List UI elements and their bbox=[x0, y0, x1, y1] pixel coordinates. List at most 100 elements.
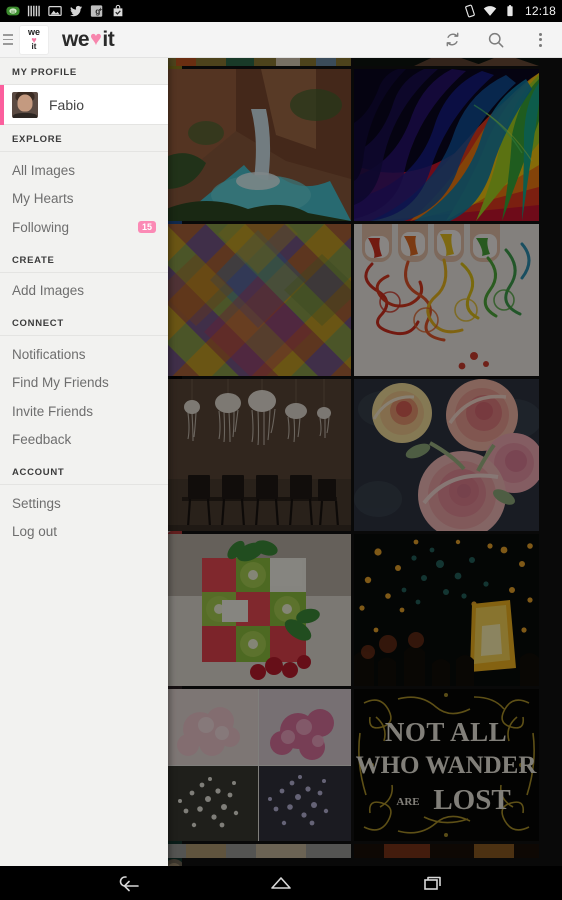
drawer-group-connect: Notifications Find My Friends Invite Fri… bbox=[0, 340, 168, 458]
sidebar-item-label: Add Images bbox=[12, 283, 85, 299]
sidebar-item-label: Log out bbox=[12, 524, 58, 540]
drawer-section-header-create: CREATE bbox=[0, 246, 168, 273]
grid-tile-jellyfish-lamps[interactable] bbox=[166, 379, 351, 531]
drawer-profile-row[interactable]: Fabio bbox=[0, 85, 168, 125]
svg-text:+: + bbox=[99, 6, 103, 13]
sidebar-item-label: Feedback bbox=[12, 432, 72, 448]
profile-name: Fabio bbox=[49, 96, 85, 113]
sidebar-item-log-out[interactable]: Log out bbox=[0, 518, 168, 547]
sidebar-item-label: Find My Friends bbox=[12, 375, 109, 391]
recents-icon bbox=[424, 876, 441, 890]
grid-tile-playground[interactable] bbox=[166, 58, 351, 66]
wifi-icon bbox=[483, 6, 497, 16]
sidebar-item-add-images[interactable]: Add Images bbox=[0, 277, 168, 306]
poster-line1: NOT ALL bbox=[385, 717, 507, 747]
back-icon bbox=[119, 876, 139, 892]
status-bar: 00 g + 12:18 bbox=[0, 0, 562, 22]
drawer-section-header-explore: EXPLORE bbox=[0, 125, 168, 152]
poster-line3: LOST bbox=[433, 784, 510, 816]
app-wordmark: we ♥ it bbox=[62, 27, 115, 52]
sidebar-item-notifications[interactable]: Notifications bbox=[0, 340, 168, 369]
sidebar-item-all-images[interactable]: All Images bbox=[0, 156, 168, 185]
sidebar-item-label: Invite Friends bbox=[12, 403, 94, 419]
grid-tile-canyon-waterfall[interactable] bbox=[166, 69, 351, 221]
hamburger-icon[interactable] bbox=[0, 22, 18, 58]
sidebar-item-feedback[interactable]: Feedback bbox=[0, 426, 168, 455]
grid-tile-dark-canyon[interactable] bbox=[354, 58, 539, 66]
system-navigation-bar bbox=[0, 866, 562, 900]
wordmark-it: it bbox=[102, 27, 115, 51]
poster-line3-small: ARE bbox=[396, 796, 419, 808]
drawer-section-header-connect: CONNECT bbox=[0, 309, 168, 336]
drawer-section-header-my-profile: MY PROFILE bbox=[0, 58, 168, 85]
sidebar-item-my-hearts[interactable]: My Hearts bbox=[0, 185, 168, 214]
status-bar-system-icons: 12:18 bbox=[463, 4, 556, 18]
grid-tile-flower-collage[interactable] bbox=[166, 689, 351, 841]
vibrate-icon bbox=[465, 4, 475, 18]
drawer-group-explore: All Images My Hearts Following 15 bbox=[0, 156, 168, 246]
twitter-icon bbox=[69, 5, 83, 17]
refresh-button[interactable] bbox=[430, 22, 474, 58]
grid-tile-next-a[interactable] bbox=[166, 844, 351, 858]
grid-row bbox=[166, 534, 562, 686]
profile-active-accent bbox=[0, 85, 4, 125]
sidebar-item-label: All Images bbox=[12, 162, 76, 178]
cash-icon: 00 bbox=[6, 6, 20, 16]
sidebar-item-settings[interactable]: Settings bbox=[0, 489, 168, 518]
image-grid: NOT ALL WHO WANDER ARE LOST bbox=[166, 58, 562, 861]
grid-tile-wander-poster[interactable]: NOT ALL WHO WANDER ARE LOST bbox=[354, 689, 539, 841]
search-button[interactable] bbox=[474, 22, 518, 58]
status-bar-clock: 12:18 bbox=[524, 4, 556, 18]
grid-row bbox=[166, 58, 562, 66]
avatar-body bbox=[13, 112, 37, 118]
grid-row bbox=[166, 224, 562, 376]
following-count-badge: 15 bbox=[137, 221, 156, 234]
grid-row bbox=[166, 844, 562, 858]
grid-tile-plaid-diamond[interactable] bbox=[166, 224, 351, 376]
grid-tile-sky-lanterns[interactable] bbox=[354, 534, 539, 686]
app-logo-icon-line2: it bbox=[31, 42, 37, 51]
app-toolbar: we ♥ it we ♥ it bbox=[0, 22, 562, 58]
barcode-icon bbox=[27, 5, 40, 17]
grid-tile-fruit-cube[interactable] bbox=[166, 534, 351, 686]
sidebar-item-label: Notifications bbox=[12, 346, 86, 362]
sidebar-item-label: Following bbox=[12, 219, 70, 235]
home-icon bbox=[271, 877, 291, 889]
recents-button[interactable] bbox=[413, 866, 453, 900]
app-logo-icon: we ♥ it bbox=[20, 25, 48, 54]
sidebar-item-label: My Hearts bbox=[12, 191, 74, 207]
grid-tile-nail-art[interactable] bbox=[354, 224, 539, 376]
sidebar-item-label: Settings bbox=[12, 495, 61, 511]
svg-text:00: 00 bbox=[11, 10, 15, 14]
sidebar-item-find-my-friends[interactable]: Find My Friends bbox=[0, 369, 168, 398]
back-button[interactable] bbox=[109, 866, 149, 900]
navigation-drawer: MY PROFILE Fabio EXPLORE All Images My H… bbox=[0, 58, 168, 866]
google-plus-icon: g + bbox=[90, 5, 103, 17]
toolbar-actions bbox=[430, 22, 562, 58]
battery-icon bbox=[507, 5, 513, 17]
home-button[interactable] bbox=[261, 866, 301, 900]
grid-tile-next-b[interactable] bbox=[354, 844, 539, 858]
grid-tile-roses[interactable] bbox=[354, 379, 539, 531]
drawer-group-account: Settings Log out bbox=[0, 489, 168, 550]
sidebar-item-following[interactable]: Following 15 bbox=[0, 213, 168, 242]
drawer-group-create: Add Images bbox=[0, 277, 168, 310]
grid-row: NOT ALL WHO WANDER ARE LOST bbox=[166, 689, 562, 841]
grid-row bbox=[166, 379, 562, 531]
photo-icon bbox=[48, 6, 62, 16]
wordmark-we: we bbox=[62, 27, 90, 51]
avatar bbox=[12, 91, 38, 118]
avatar-face bbox=[17, 94, 33, 112]
shopping-check-icon bbox=[113, 4, 123, 17]
grid-tile-rainbow-spiral[interactable] bbox=[354, 69, 539, 221]
overflow-menu-button[interactable] bbox=[518, 22, 562, 58]
status-bar-notification-icons: 00 g + bbox=[6, 4, 463, 18]
overflow-menu-icon bbox=[538, 32, 542, 47]
sidebar-item-invite-friends[interactable]: Invite Friends bbox=[0, 397, 168, 426]
app-root: 00 g + 12:18 we ♥ it we ♥ it NOT ALL WHO… bbox=[0, 0, 562, 900]
drawer-section-header-account: ACCOUNT bbox=[0, 458, 168, 485]
heart-icon: ♥ bbox=[90, 28, 102, 50]
refresh-icon bbox=[446, 32, 458, 47]
grid-row bbox=[166, 69, 562, 221]
search-icon bbox=[488, 32, 504, 47]
